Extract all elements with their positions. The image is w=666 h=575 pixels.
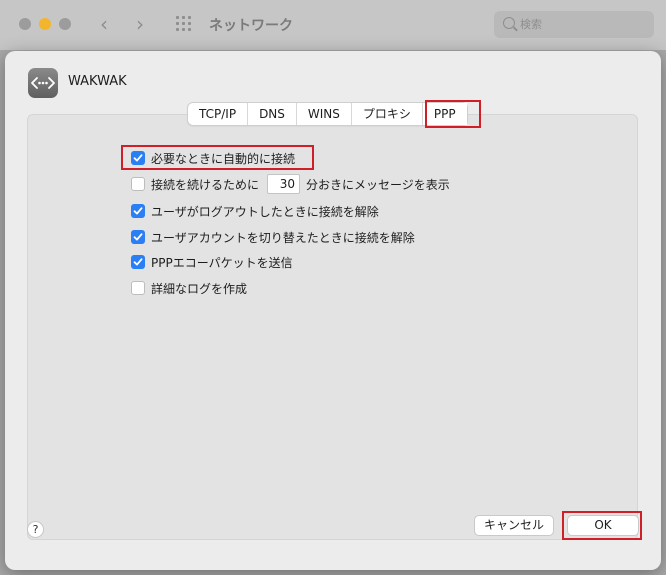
verbose-log-label: 詳細なログを作成 [151,281,248,296]
verbose-log-option[interactable]: 詳細なログを作成 [131,279,247,297]
connect-on-demand-label: 必要なときに自動的に接続 [151,151,296,166]
keepalive-minutes-input[interactable] [267,174,301,194]
forward-arrow-icon[interactable]: › [136,12,144,36]
disconnect-on-switch-option[interactable]: ユーザアカウントを切り替えたときに接続を解除 [131,228,415,246]
disconnect-on-switch-checkbox[interactable] [131,230,145,244]
checkmark-icon [133,207,143,215]
connect-on-demand-checkbox[interactable] [131,151,145,165]
checkmark-icon [133,233,143,241]
settings-tabs: TCP/IP DNS WINS プロキシ PPP [187,102,468,126]
close-window-button[interactable] [19,18,31,30]
zoom-window-button[interactable] [59,18,71,30]
disconnect-on-logout-checkbox[interactable] [131,204,145,218]
echo-packets-label: PPPエコーパケットを送信 [151,255,293,270]
verbose-log-checkbox[interactable] [131,281,145,295]
connect-on-demand-option[interactable]: 必要なときに自動的に接続 [131,149,295,167]
background-titlebar: ‹ › ネットワーク [0,0,666,50]
back-arrow-icon[interactable]: ‹ [100,12,108,36]
window-title: ネットワーク [209,18,293,34]
cancel-button[interactable]: キャンセル [474,515,554,536]
checkmark-icon [133,258,143,266]
keepalive-option[interactable]: 接続を続けるために 分おきにメッセージを表示 [131,174,450,194]
keepalive-suffix-label: 分おきにメッセージを表示 [306,177,450,192]
disconnect-on-switch-label: ユーザアカウントを切り替えたときに接続を解除 [151,230,415,245]
disconnect-on-logout-label: ユーザがログアウトしたときに接続を解除 [151,204,379,219]
show-all-grid-icon[interactable] [176,16,194,32]
tab-tcpip[interactable]: TCP/IP [188,103,249,125]
echo-packets-checkbox[interactable] [131,255,145,269]
network-service-icon [28,68,58,98]
ppp-settings-sheet: WAKWAK TCP/IP DNS WINS プロキシ PPP 必要なときに自動… [5,51,661,570]
help-button[interactable]: ? [27,521,44,538]
tab-wins[interactable]: WINS [297,103,352,125]
echo-packets-option[interactable]: PPPエコーパケットを送信 [131,253,293,271]
tab-dns[interactable]: DNS [248,103,297,125]
search-box[interactable] [494,11,654,38]
checkmark-icon [133,154,143,162]
minimize-window-button[interactable] [39,18,51,30]
ok-button[interactable]: OK [567,515,639,536]
search-input[interactable] [520,11,650,38]
tab-ppp[interactable]: PPP [422,103,467,125]
tab-proxies[interactable]: プロキシ [352,103,423,125]
search-icon [503,17,515,29]
disconnect-on-logout-option[interactable]: ユーザがログアウトしたときに接続を解除 [131,202,379,220]
service-name: WAKWAK [68,74,127,89]
keepalive-prefix-label: 接続を続けるために [151,177,260,192]
keepalive-checkbox[interactable] [131,177,145,191]
